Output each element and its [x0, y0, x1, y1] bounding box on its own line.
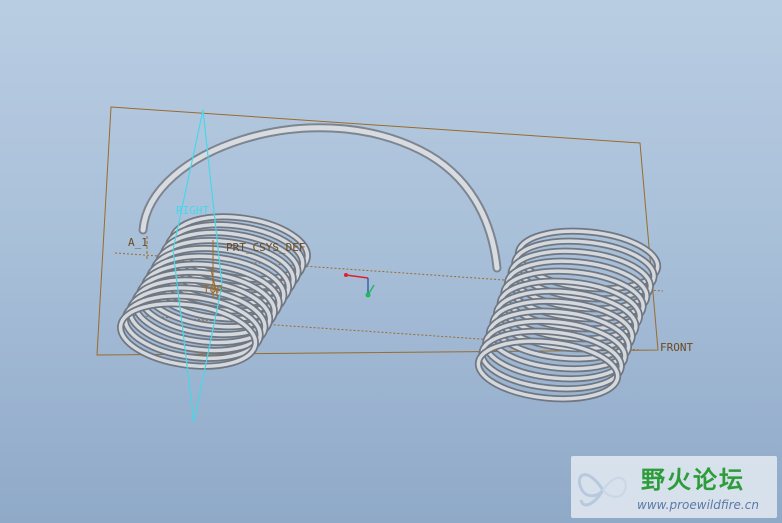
watermark-url: www.proewildfire.cn — [637, 498, 759, 512]
butterfly-icon — [578, 473, 627, 507]
label-front-plane: FRONT — [660, 341, 693, 354]
label-top-plane: TOP — [203, 283, 223, 296]
label-right-plane: RIGHT — [176, 204, 209, 217]
right-spring-coil[interactable] — [474, 225, 662, 405]
forum-watermark: 野火论坛 www.proewildfire.cn — [571, 456, 777, 518]
watermark-title: 野火论坛 — [641, 466, 745, 494]
model-viewport[interactable]: RIGHT A_1 PRT_CSYS_DEF TOP FRONT — [0, 0, 782, 523]
label-coordinate-system: PRT_CSYS_DEF — [226, 241, 305, 254]
label-axis-a1: A_1 — [128, 236, 148, 249]
view-triad-icon — [344, 273, 375, 298]
